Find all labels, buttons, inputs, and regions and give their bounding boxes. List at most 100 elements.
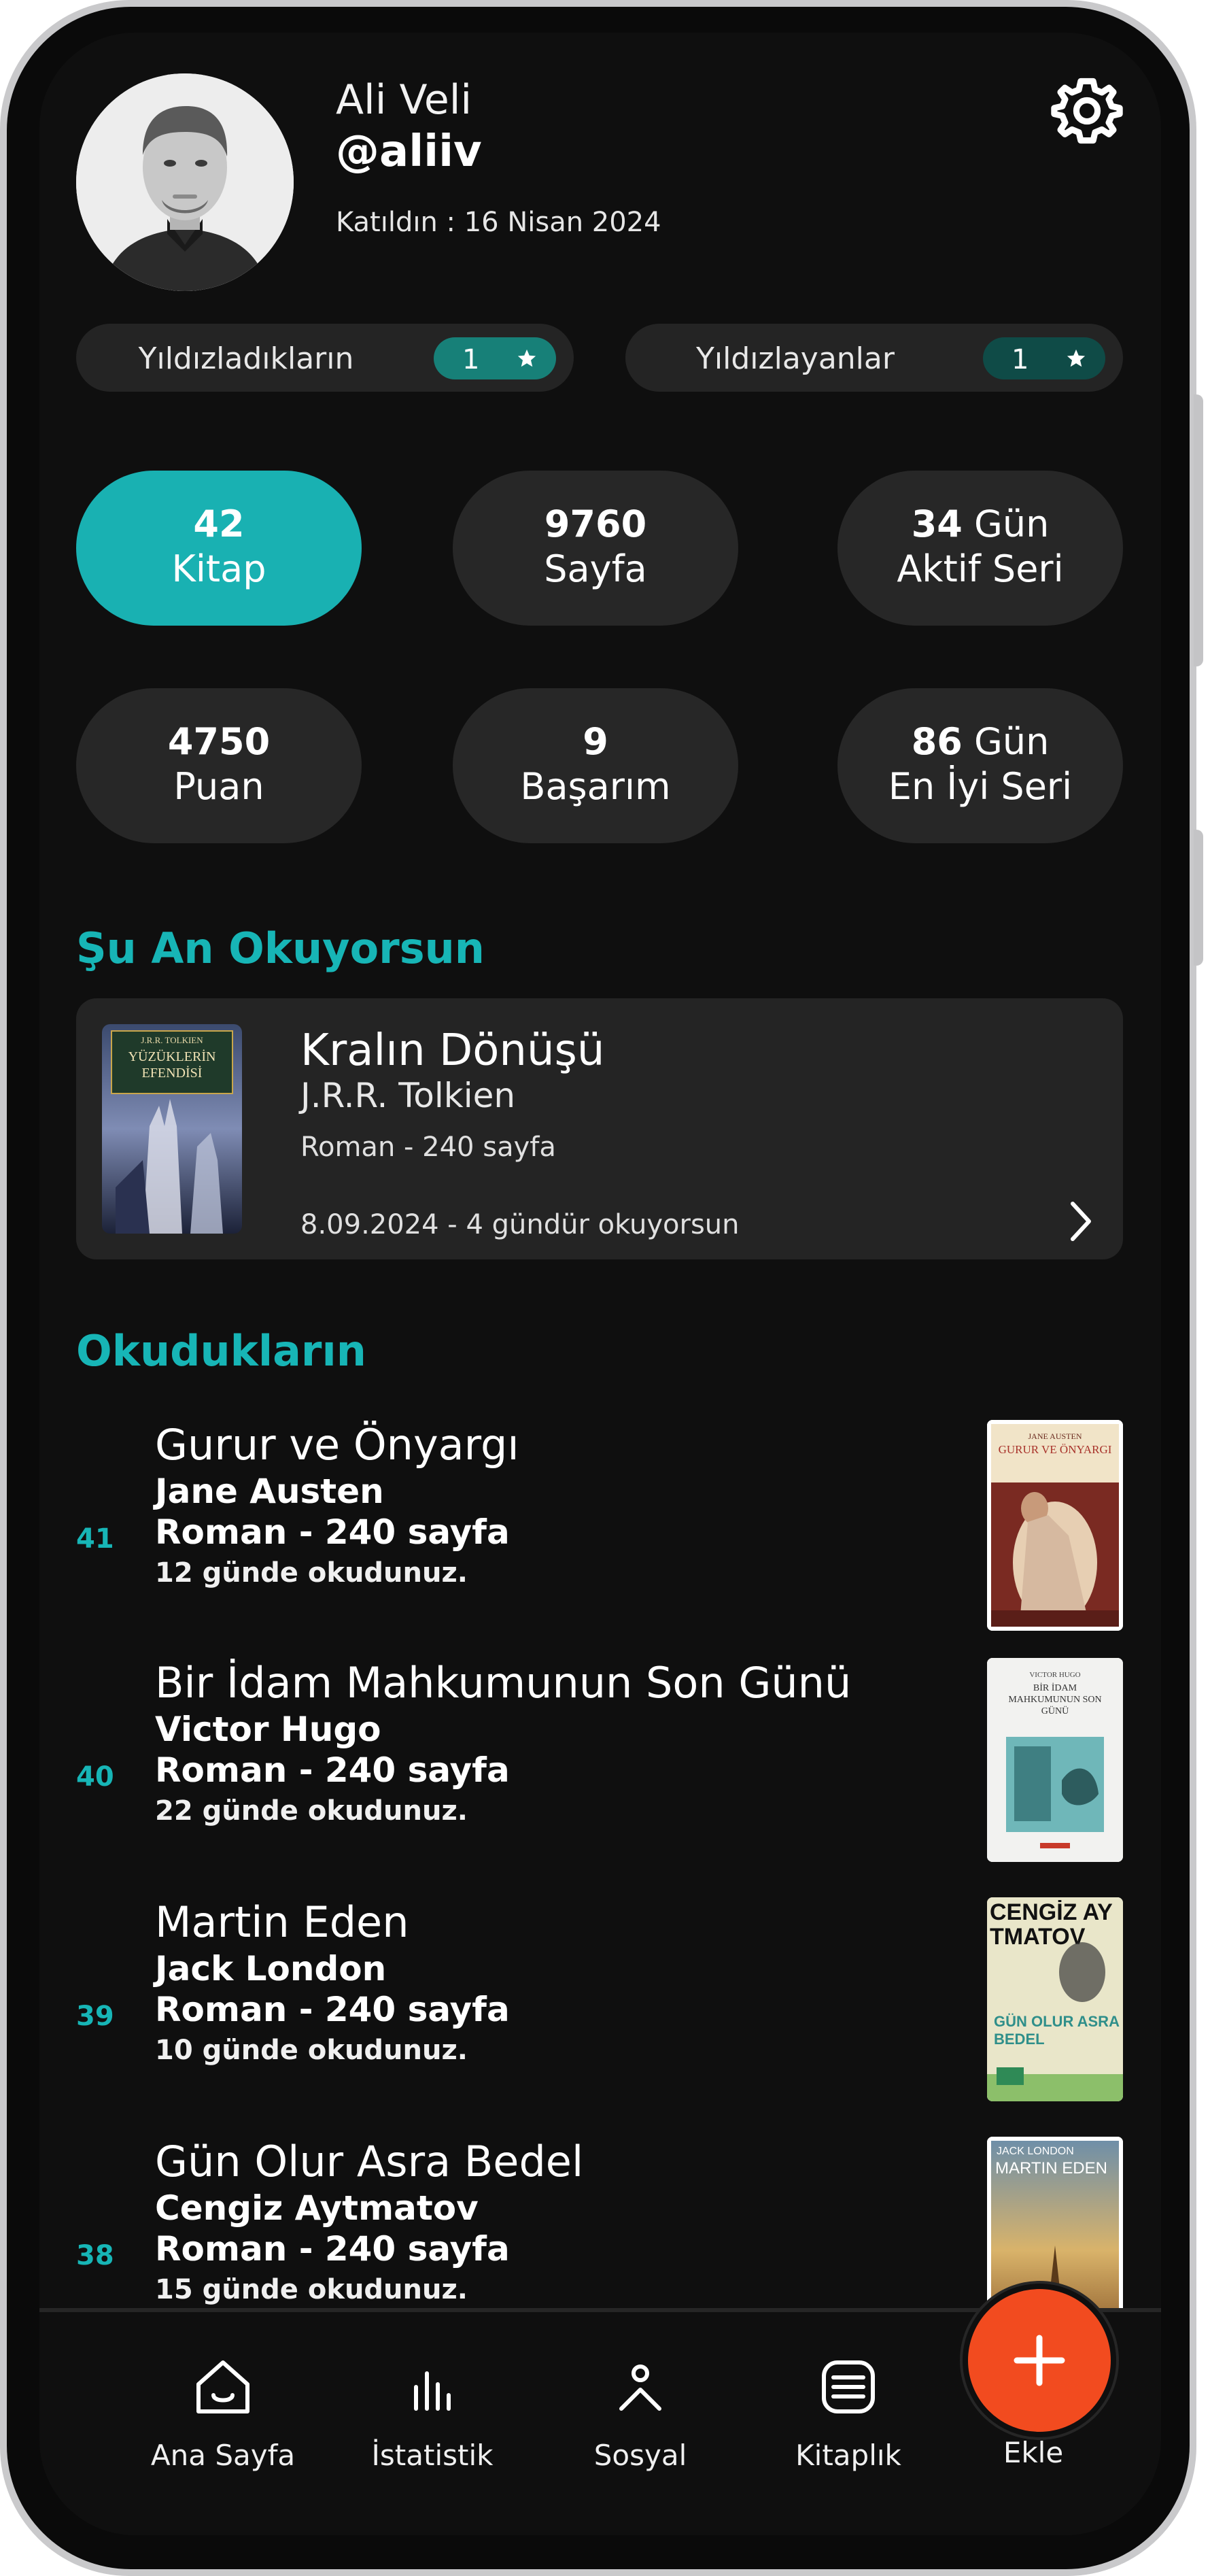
nav-item-add-label[interactable]: Ekle bbox=[952, 2436, 1115, 2469]
count-badge: 1 bbox=[434, 337, 556, 379]
cover-author-text: JANE AUSTEN bbox=[1028, 1431, 1082, 1441]
book-author: Jack London bbox=[155, 1949, 387, 1988]
book-meta: Roman - 240 sayfa bbox=[155, 1990, 510, 2029]
phone-frame: Ali Veli @aliiv Katıldın : 16 Nisan 2024… bbox=[0, 0, 1203, 2576]
read-book-row[interactable]: 39 Martin Eden Jack London Roman - 240 s… bbox=[39, 1897, 1161, 2122]
stat-label: Sayfa bbox=[544, 547, 647, 590]
read-book-row[interactable]: 40 Bir İdam Mahkumunun Son Günü Victor H… bbox=[39, 1658, 1161, 1882]
nav-item-home[interactable]: Ana Sayfa bbox=[141, 2354, 305, 2472]
stat-books[interactable]: 42 Kitap bbox=[76, 471, 362, 626]
stat-unit: Gün bbox=[962, 503, 1050, 545]
nav-label: Sosyal bbox=[593, 2439, 687, 2472]
star-icon bbox=[517, 349, 536, 367]
star-icon bbox=[1067, 349, 1086, 367]
stat-label: Puan bbox=[173, 765, 264, 808]
stat-label: Başarım bbox=[520, 765, 671, 808]
join-date: Katıldın : 16 Nisan 2024 bbox=[336, 207, 661, 238]
pill-label: Yıldızlayanlar bbox=[696, 341, 895, 376]
book-title: Bir İdam Mahkumunun Son Günü bbox=[155, 1658, 852, 1708]
nav-item-social[interactable]: Sosyal bbox=[559, 2354, 722, 2472]
side-button bbox=[1194, 394, 1203, 666]
book-rank: 39 bbox=[76, 2001, 114, 2032]
book-meta: Roman - 240 sayfa bbox=[155, 1750, 510, 1790]
chevron-right-icon[interactable] bbox=[1067, 1200, 1094, 1246]
book-meta: Roman - 240 sayfa bbox=[155, 2229, 510, 2269]
cover-author-text: CENGİZ AYTMATOV bbox=[990, 1900, 1113, 1950]
nav-label: İstatistik bbox=[371, 2439, 494, 2472]
book-author: Victor Hugo bbox=[155, 1710, 381, 1749]
settings-gear-icon[interactable] bbox=[1050, 73, 1124, 148]
cover-title-text: GURUR VE ÖNYARGI bbox=[998, 1443, 1112, 1456]
book-meta: Roman - 240 sayfa bbox=[155, 1512, 510, 1552]
stat-value: 34 bbox=[911, 503, 963, 545]
home-icon bbox=[196, 2360, 249, 2413]
plus-icon bbox=[1014, 2335, 1065, 2386]
stat-achievements[interactable]: 9 Başarım bbox=[453, 688, 738, 843]
book-cover: CENGİZ AYTMATOV GÜN OLUR ASRA BEDEL bbox=[987, 1897, 1123, 2101]
book-title: Gün Olur Asra Bedel bbox=[155, 2137, 584, 2186]
book-cover: VICTOR HUGO BİR İDAM MAHKUMUNUN SON GÜNÜ bbox=[987, 1658, 1123, 1862]
stat-pages[interactable]: 9760 Sayfa bbox=[453, 471, 738, 626]
profile-handle: @aliiv bbox=[336, 126, 482, 177]
avatar[interactable] bbox=[76, 73, 294, 291]
book-cover: JANE AUSTEN GURUR VE ÖNYARGI bbox=[987, 1420, 1123, 1631]
stat-unit: Gün bbox=[962, 720, 1050, 763]
cover-author-text: VICTOR HUGO bbox=[1029, 1671, 1080, 1679]
current-book-meta: Roman - 240 sayfa bbox=[300, 1132, 556, 1163]
cover-title-text: GÜN OLUR ASRA BEDEL bbox=[994, 2013, 1120, 2048]
book-title: Martin Eden bbox=[155, 1897, 409, 1947]
stat-label: Aktif Seri bbox=[897, 547, 1064, 590]
stat-active-streak[interactable]: 34 Gün Aktif Seri bbox=[837, 471, 1123, 626]
count-badge: 1 bbox=[983, 337, 1105, 379]
stat-label: Kitap bbox=[171, 547, 266, 590]
count-value: 1 bbox=[462, 344, 480, 375]
cover-title-text: MARTIN EDEN bbox=[995, 2160, 1107, 2177]
book-title: Gurur ve Önyargı bbox=[155, 1420, 519, 1470]
current-book-author: J.R.R. Tolkien bbox=[300, 1076, 516, 1115]
current-book-title: Kralın Dönüşü bbox=[300, 1026, 605, 1076]
read-book-row[interactable]: 41 Gurur ve Önyargı Jane Austen Roman - … bbox=[39, 1420, 1161, 1644]
currently-reading-card[interactable]: J.R.R. TOLKIEN YÜZÜKLERİN EFENDİSİ Kralı… bbox=[76, 998, 1123, 1259]
library-icon bbox=[822, 2360, 875, 2413]
book-cover: J.R.R. TOLKIEN YÜZÜKLERİN EFENDİSİ bbox=[102, 1024, 242, 1234]
book-rank: 38 bbox=[76, 2240, 114, 2271]
cover-author-text: J.R.R. TOLKIEN bbox=[141, 1035, 203, 1045]
stat-value: 9760 bbox=[544, 503, 647, 545]
reading-since: 8.09.2024 - 4 gündür okuyorsun bbox=[300, 1209, 740, 1240]
starred-you-pill[interactable]: Yıldızlayanlar 1 bbox=[625, 324, 1123, 392]
starred-by-you-pill[interactable]: Yıldızladıkların 1 bbox=[76, 324, 574, 392]
stat-value: 42 bbox=[193, 503, 245, 545]
add-button[interactable] bbox=[963, 2284, 1116, 2437]
nav-item-stats[interactable]: İstatistik bbox=[351, 2354, 514, 2472]
book-author: Jane Austen bbox=[155, 1472, 384, 1511]
section-title-read-books: Okudukların bbox=[76, 1326, 366, 1376]
section-title-currently-reading: Şu An Okuyorsun bbox=[76, 923, 485, 973]
app-screen: Ali Veli @aliiv Katıldın : 16 Nisan 2024… bbox=[39, 33, 1161, 2535]
book-rank: 40 bbox=[76, 1761, 114, 1793]
count-value: 1 bbox=[1012, 344, 1029, 375]
book-days: 15 günde okudunuz. bbox=[155, 2274, 468, 2305]
pill-label: Yıldızladıkların bbox=[138, 341, 354, 376]
stat-points[interactable]: 4750 Puan bbox=[76, 688, 362, 843]
cover-title-line1: YÜZÜKLERİN bbox=[128, 1049, 216, 1064]
stat-best-streak[interactable]: 86 Gün En İyi Seri bbox=[837, 688, 1123, 843]
cover-author-text: JACK LONDON bbox=[997, 2146, 1074, 2157]
book-author: Cengiz Aytmatov bbox=[155, 2188, 479, 2228]
stat-label: En İyi Seri bbox=[888, 765, 1073, 808]
nav-item-library[interactable]: Kitaplık bbox=[767, 2354, 930, 2472]
profile-name: Ali Veli bbox=[336, 76, 472, 124]
stat-value: 86 bbox=[911, 720, 963, 763]
avatar-portrait bbox=[76, 73, 294, 291]
book-days: 22 günde okudunuz. bbox=[155, 1795, 468, 1827]
nav-label: Ana Sayfa bbox=[150, 2439, 296, 2472]
nav-label: Kitaplık bbox=[795, 2439, 901, 2472]
cover-title-text: BİR İDAM MAHKUMUNUN SON GÜNÜ bbox=[1008, 1683, 1102, 1716]
side-button bbox=[1194, 830, 1203, 966]
nav-label: Ekle bbox=[1003, 2436, 1064, 2469]
stat-value: 4750 bbox=[167, 720, 271, 763]
cover-title-line2: EFENDİSİ bbox=[142, 1065, 203, 1081]
stats-icon bbox=[414, 2371, 451, 2411]
social-icon bbox=[619, 2365, 661, 2411]
book-rank: 41 bbox=[76, 1523, 114, 1555]
book-days: 10 günde okudunuz. bbox=[155, 2035, 468, 2066]
